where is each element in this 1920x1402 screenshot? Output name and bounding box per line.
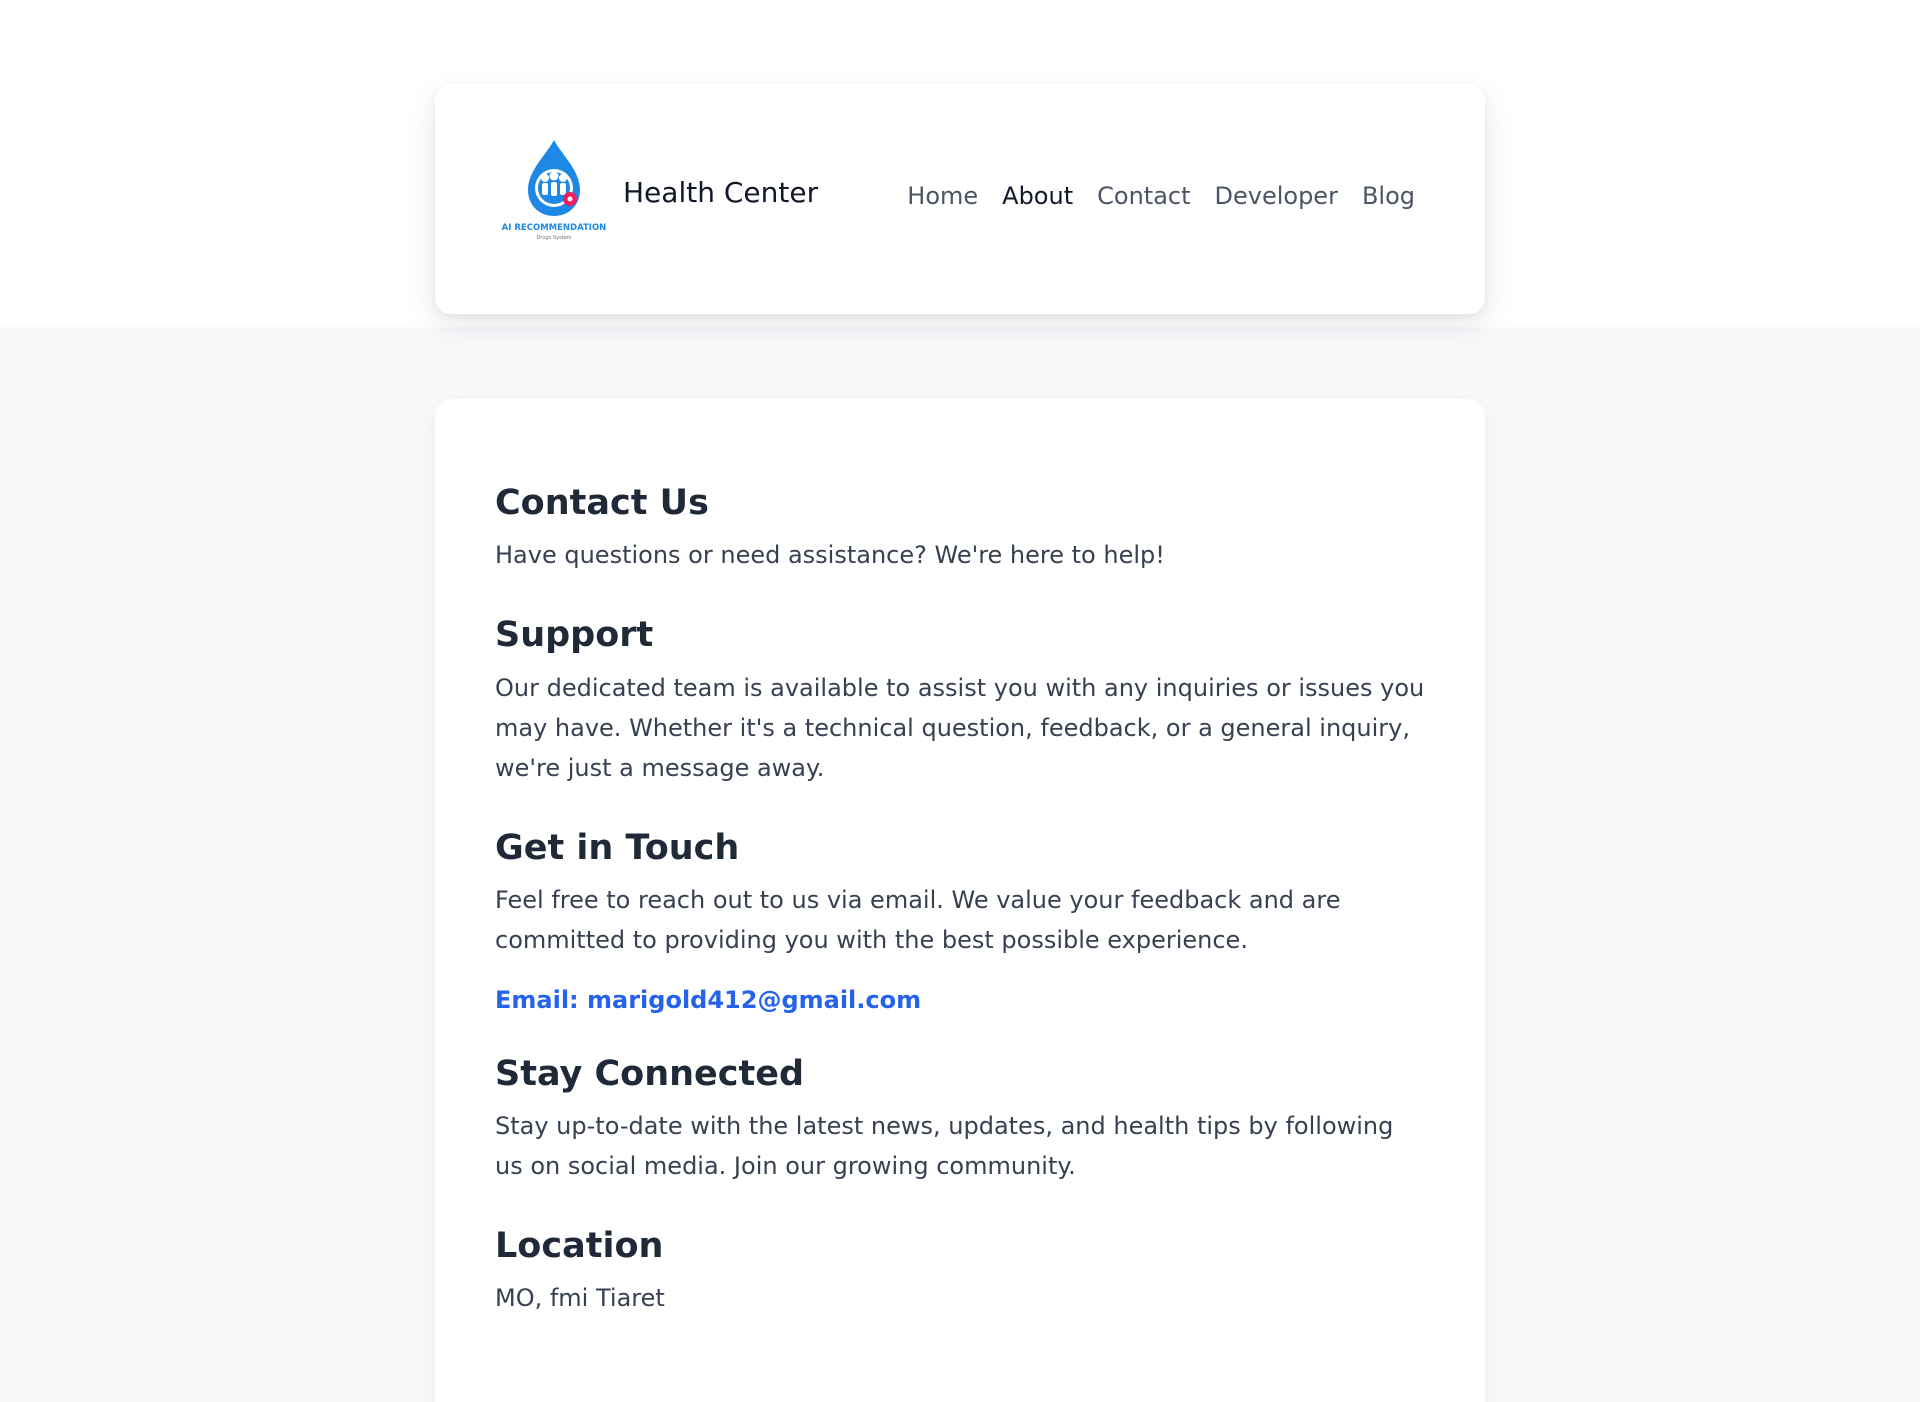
email-link[interactable]: Email: marigold412@gmail.com — [495, 986, 1425, 1014]
contact-us-section: Contact Us Have questions or need assist… — [495, 483, 1425, 575]
location-heading: Location — [495, 1226, 664, 1266]
get-in-touch-heading: Get in Touch — [495, 827, 740, 868]
support-text: Our dedicated team is available to assis… — [495, 673, 1425, 782]
stay-connected-heading: Stay Connected — [495, 1053, 805, 1094]
nav-contact[interactable]: Contact — [1097, 184, 1190, 208]
main-nav: Home About Contact Developer Blog — [907, 184, 1415, 208]
support-section: Support Our dedicated team is available … — [495, 615, 1425, 787]
logo[interactable]: AI RECOMMENDATION Drugs System — [495, 134, 613, 244]
contact-card: Contact Us Have questions or need assist… — [435, 399, 1485, 1402]
nav-about[interactable]: About — [1002, 184, 1073, 208]
contact-us-heading: Contact Us — [495, 483, 709, 523]
support-heading: Support — [495, 615, 654, 656]
get-in-touch-section: Get in Touch Feel free to reach out to u… — [495, 828, 1425, 1014]
stay-connected-text: Stay up-to-date with the latest news, up… — [495, 1112, 1394, 1180]
nav-blog[interactable]: Blog — [1362, 184, 1415, 208]
stay-connected-section: Stay Connected Stay up-to-date with the … — [495, 1054, 1425, 1186]
location-section: Location MO, fmi Tiaret — [495, 1226, 1425, 1318]
svg-text:Drugs System: Drugs System — [536, 235, 571, 241]
nav-developer[interactable]: Developer — [1215, 184, 1338, 208]
contact-content: Contact Us Have questions or need assist… — [495, 483, 1425, 1318]
nav-home[interactable]: Home — [907, 184, 978, 208]
get-in-touch-text: Feel free to reach out to us via email. … — [495, 885, 1341, 954]
brand-name[interactable]: Health Center — [623, 179, 818, 207]
contact-us-text: Have questions or need assistance? We're… — [495, 541, 1165, 570]
site-header: AI RECOMMENDATION Drugs System Health Ce… — [435, 84, 1485, 314]
svg-text:AI RECOMMENDATION: AI RECOMMENDATION — [502, 223, 607, 233]
location-text: MO, fmi Tiaret — [495, 1284, 665, 1313]
